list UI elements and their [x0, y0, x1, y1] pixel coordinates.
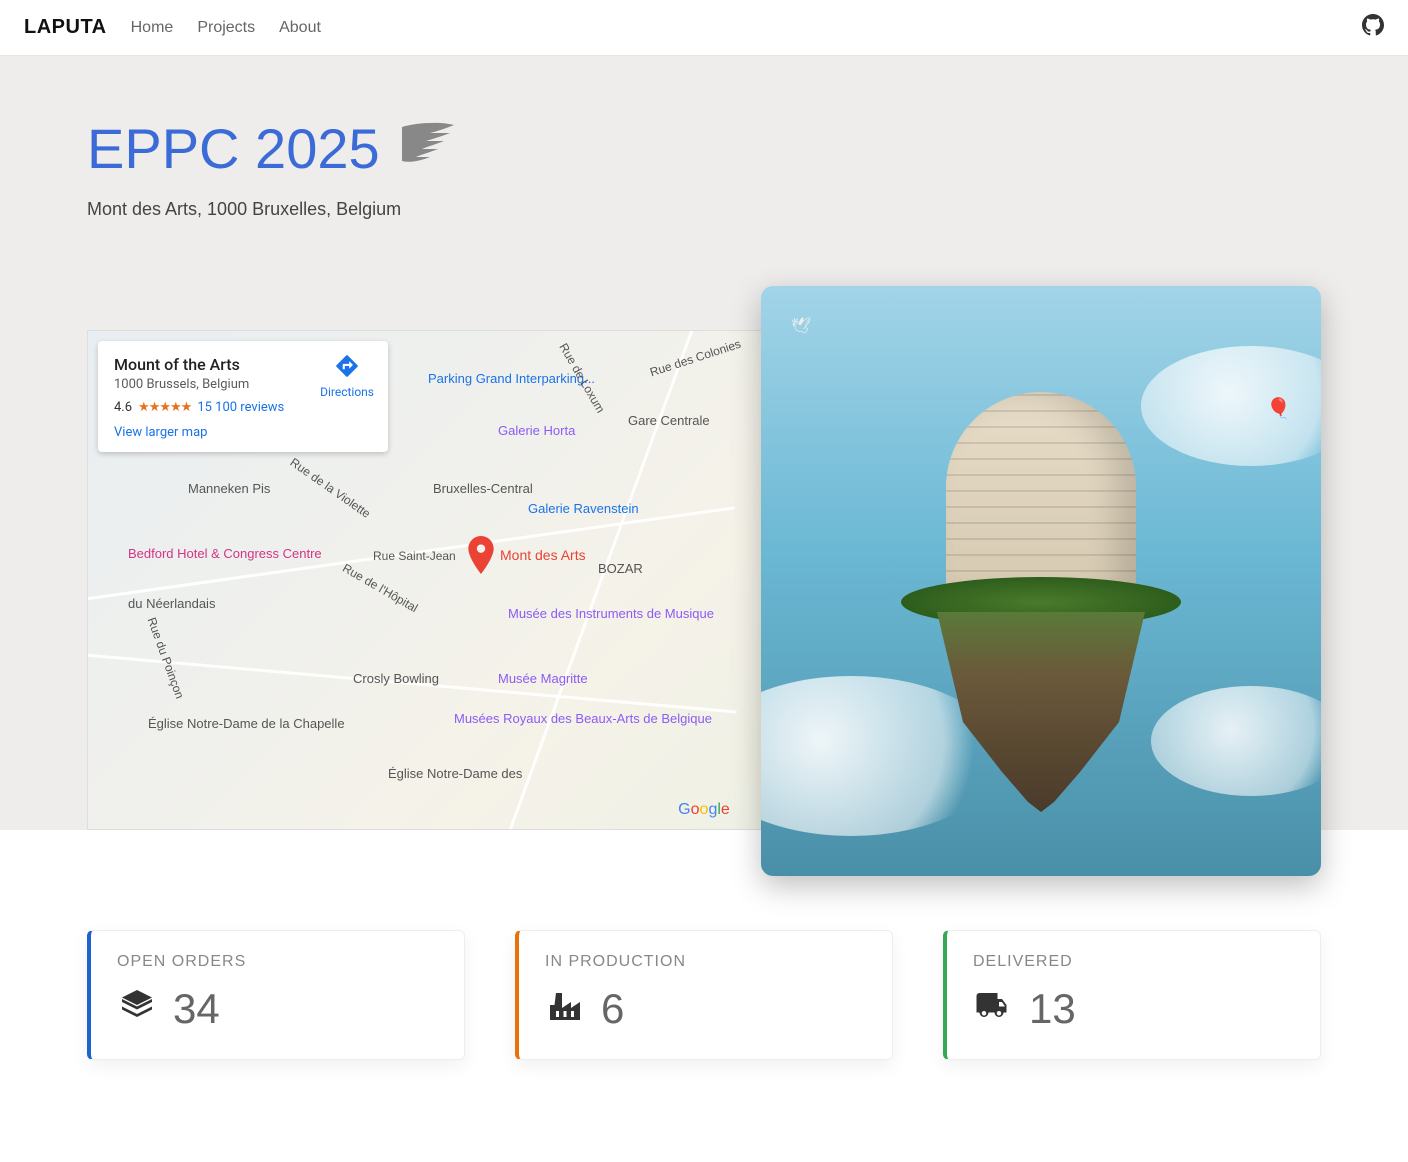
card-label: OPEN ORDERS	[117, 953, 438, 971]
truck-icon	[973, 987, 1013, 1032]
map-pin[interactable]: Mont des Arts	[468, 536, 586, 574]
map-pin-label: Mont des Arts	[500, 547, 586, 563]
nav-about[interactable]: About	[279, 19, 321, 37]
stats-cards-section: OPEN ORDERS 34 IN PRODUCTION 6 DELIVERED	[39, 860, 1369, 1140]
hero-image: 🎈 🕊	[761, 286, 1321, 876]
factory-icon	[545, 987, 585, 1032]
poi-bozar[interactable]: BOZAR	[598, 561, 643, 576]
star-rating-icon: ★★★★★	[138, 400, 191, 415]
balloon-icon: 🎈	[1266, 396, 1291, 421]
poi-violette: Rue de la Violette	[288, 455, 373, 521]
directions-button[interactable]: Directions	[320, 353, 374, 399]
poi-parking[interactable]: Parking Grand Interparking...	[428, 371, 595, 386]
page-title: EPPC 2025	[87, 116, 1321, 181]
poi-chapelle[interactable]: Église Notre-Dame de la Chapelle	[148, 716, 345, 731]
card-label: DELIVERED	[973, 953, 1294, 971]
page-subtitle: Mont des Arts, 1000 Bruxelles, Belgium	[87, 199, 1321, 220]
card-in-production[interactable]: IN PRODUCTION 6	[515, 930, 893, 1060]
wing-icon	[400, 121, 456, 177]
title-text: EPPC 2025	[87, 116, 380, 181]
poi-notre-dame-des[interactable]: Église Notre-Dame des	[388, 766, 522, 781]
google-logo: Google	[678, 801, 730, 819]
directions-icon	[334, 353, 360, 379]
card-value: 13	[1029, 985, 1076, 1033]
poi-centrale[interactable]: Gare Centrale	[628, 413, 710, 428]
card-delivered[interactable]: DELIVERED 13	[943, 930, 1321, 1060]
poi-bedford[interactable]: Bedford Hotel & Congress Centre	[128, 546, 322, 561]
card-open-orders[interactable]: OPEN ORDERS 34	[87, 930, 465, 1060]
poi-horta[interactable]: Galerie Horta	[498, 423, 575, 438]
view-larger-map-link[interactable]: View larger map	[114, 425, 372, 440]
map-info-card: Mount of the Arts 1000 Brussels, Belgium…	[98, 341, 388, 452]
brand-logo[interactable]: LAPUTA	[24, 16, 107, 39]
map-reviews-link[interactable]: 15 100 reviews	[197, 400, 284, 415]
directions-label: Directions	[320, 385, 374, 399]
poi-instruments[interactable]: Musée des Instruments de Musique	[508, 606, 714, 621]
map-rating-value: 4.6	[114, 400, 132, 415]
nav-home[interactable]: Home	[131, 19, 174, 37]
card-value: 6	[601, 985, 624, 1033]
poi-ravenstein[interactable]: Galerie Ravenstein	[528, 501, 639, 516]
card-value: 34	[173, 985, 220, 1033]
poi-crosly[interactable]: Crosly Bowling	[353, 671, 439, 686]
poi-poincon: Rue du Poinçon	[145, 615, 187, 700]
github-icon[interactable]	[1362, 14, 1384, 41]
poi-colonies: Rue des Colonies	[648, 337, 742, 380]
layers-icon	[117, 987, 157, 1032]
poi-bxlcentral[interactable]: Bruxelles-Central	[433, 481, 533, 496]
app-header: LAPUTA Home Projects About	[0, 0, 1408, 56]
map-pin-icon	[468, 536, 494, 574]
hero-section: EPPC 2025 Mont des Arts, 1000 Bruxelles,…	[0, 56, 1408, 830]
poi-hopital: Rue de l'Hôpital	[340, 561, 420, 615]
poi-saintjean: Rue Saint-Jean	[373, 549, 456, 563]
poi-neerlandais: du Néerlandais	[128, 596, 215, 611]
poi-magritte[interactable]: Musée Magritte	[498, 671, 588, 686]
card-label: IN PRODUCTION	[545, 953, 866, 971]
poi-manneken[interactable]: Manneken Pis	[188, 481, 270, 496]
nav-projects[interactable]: Projects	[197, 19, 255, 37]
main-nav: Home Projects About	[131, 19, 321, 37]
bird-icon: 🕊	[791, 316, 811, 336]
poi-beauxarts[interactable]: Musées Royaux des Beaux-Arts de Belgique	[454, 711, 712, 726]
